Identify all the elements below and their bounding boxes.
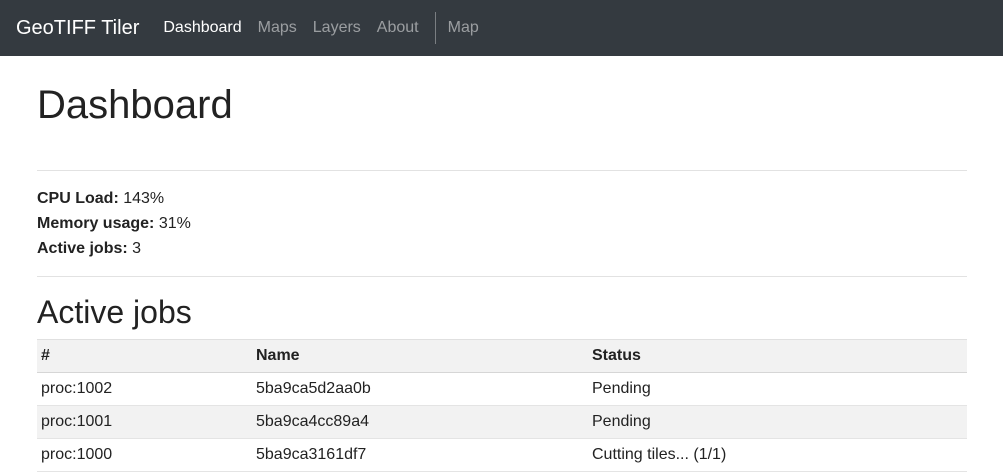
navbar-brand[interactable]: GeoTIFF Tiler xyxy=(16,17,139,40)
stat-memory-value: 31% xyxy=(158,215,191,232)
table-header-row: # Name Status xyxy=(37,339,967,373)
job-status: Cutting tiles... (1/1) xyxy=(588,438,967,472)
table-row: proc:1002 5ba9ca5d2aa0b Pending xyxy=(37,372,967,406)
section-title-active-jobs: Active jobs xyxy=(37,294,192,330)
stat-memory-label: Memory usage: xyxy=(37,215,155,232)
jobs-table: # Name Status proc:1002 5ba9ca5d2aa0b Pe… xyxy=(37,339,967,472)
stat-cpu-load: CPU Load: 143% xyxy=(37,186,967,211)
column-header-status: Status xyxy=(588,339,967,373)
table-row: proc:1001 5ba9ca4cc89a4 Pending xyxy=(37,405,967,439)
stat-cpu-value: 143% xyxy=(123,190,165,207)
job-id: proc:1002 xyxy=(37,372,252,406)
page-title: Dashboard xyxy=(37,83,233,127)
stat-jobs-value: 3 xyxy=(132,240,142,257)
job-name: 5ba9ca5d2aa0b xyxy=(252,372,588,406)
job-id: proc:1000 xyxy=(37,438,252,472)
main-content: Dashboard CPU Load: 143% Memory usage: 3… xyxy=(0,56,1003,472)
stat-active-jobs: Active jobs: 3 xyxy=(37,236,967,261)
stat-cpu-label: CPU Load: xyxy=(37,190,119,207)
column-header-name: Name xyxy=(252,339,588,373)
job-id: proc:1001 xyxy=(37,405,252,439)
job-status: Pending xyxy=(588,405,967,439)
column-header-id: # xyxy=(37,339,252,373)
nav-link-map[interactable]: Map xyxy=(448,19,479,37)
nav-link-maps[interactable]: Maps xyxy=(258,19,297,37)
job-name: 5ba9ca4cc89a4 xyxy=(252,405,588,439)
nav-link-dashboard[interactable]: Dashboard xyxy=(163,19,241,37)
job-name: 5ba9ca3161df7 xyxy=(252,438,588,472)
navbar-divider xyxy=(434,12,436,44)
table-row: proc:1000 5ba9ca3161df7 Cutting tiles...… xyxy=(37,438,967,472)
job-status: Pending xyxy=(588,372,967,406)
stats-panel: CPU Load: 143% Memory usage: 31% Active … xyxy=(37,171,967,276)
top-navbar: GeoTIFF Tiler Dashboard Maps Layers Abou… xyxy=(0,0,1003,56)
stat-jobs-label: Active jobs: xyxy=(37,240,128,257)
nav-link-about[interactable]: About xyxy=(377,19,419,37)
stat-memory-usage: Memory usage: 31% xyxy=(37,211,967,236)
nav-link-layers[interactable]: Layers xyxy=(313,19,361,37)
